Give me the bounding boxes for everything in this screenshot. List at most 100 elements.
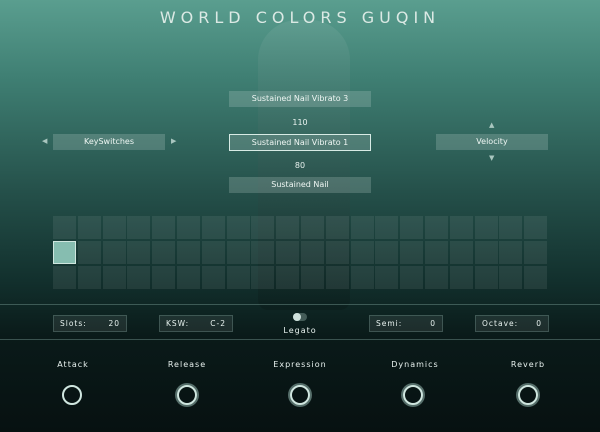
keyswitch-slot[interactable] xyxy=(325,216,349,239)
keyswitch-slot[interactable] xyxy=(276,266,300,289)
keyswitch-slot[interactable] xyxy=(77,216,101,239)
attack-label: Attack xyxy=(57,360,89,369)
left-selector-next-arrow-icon[interactable]: ▶ xyxy=(171,137,176,145)
semi-field[interactable]: Semi: 0 xyxy=(369,315,443,332)
keyswitch-slot[interactable] xyxy=(350,216,374,239)
keyswitch-slot[interactable] xyxy=(425,266,448,289)
keyswitch-slot[interactable] xyxy=(53,266,76,289)
ksw-field[interactable]: KSW: C-2 xyxy=(159,315,233,332)
slots-label: Slots: xyxy=(60,319,87,328)
attack-knob[interactable] xyxy=(62,385,82,405)
slots-field[interactable]: Slots: 20 xyxy=(53,315,127,332)
keyswitch-slot[interactable] xyxy=(499,241,523,264)
keyswitch-slot[interactable] xyxy=(102,216,126,239)
slots-value: 20 xyxy=(108,319,120,328)
keyswitches-selector[interactable]: KeySwitches xyxy=(53,134,165,150)
keyswitch-slot[interactable] xyxy=(400,241,424,264)
keyswitch-slot[interactable] xyxy=(524,266,548,289)
keyswitch-slot[interactable] xyxy=(177,216,200,239)
articulation-previous-value: 110 xyxy=(292,118,308,127)
keyswitch-slot[interactable] xyxy=(449,241,473,264)
right-selector-down-arrow-icon[interactable]: ▼ xyxy=(489,154,494,162)
keyswitch-slot[interactable] xyxy=(524,241,548,264)
keyswitch-slot[interactable] xyxy=(177,241,200,264)
right-selector-up-arrow-icon[interactable]: ▲ xyxy=(489,121,494,129)
keyswitch-slot[interactable] xyxy=(425,241,448,264)
reverb-knob[interactable] xyxy=(518,385,538,405)
keyswitch-slot[interactable] xyxy=(127,216,151,239)
keyswitch-slot[interactable] xyxy=(276,216,300,239)
velocity-selector[interactable]: Velocity xyxy=(436,134,548,150)
keyswitch-slot[interactable] xyxy=(375,216,399,239)
keyswitch-slot[interactable] xyxy=(201,216,225,239)
keyswitch-slot[interactable] xyxy=(77,241,101,264)
octave-field[interactable]: Octave: 0 xyxy=(475,315,549,332)
keyswitch-slot[interactable] xyxy=(77,266,101,289)
articulation-previous-button[interactable]: Sustained Nail Vibrato 3 xyxy=(229,91,371,107)
articulation-selected-button[interactable]: Sustained Nail Vibrato 1 xyxy=(229,134,371,151)
octave-value: 0 xyxy=(536,319,542,328)
keyswitch-slot[interactable] xyxy=(53,216,76,239)
dynamics-label: Dynamics xyxy=(391,360,439,369)
keyswitch-slot[interactable] xyxy=(350,266,374,289)
semi-label: Semi: xyxy=(376,319,403,328)
keyswitch-slot[interactable] xyxy=(251,216,275,239)
keyswitch-slot[interactable] xyxy=(226,266,250,289)
app-title: WORLD COLORS GUQIN xyxy=(159,8,441,27)
keyswitch-slot[interactable] xyxy=(474,266,498,289)
keyswitch-slot[interactable] xyxy=(301,241,324,264)
keyswitch-slot[interactable] xyxy=(325,266,349,289)
keyswitch-slot[interactable] xyxy=(325,241,349,264)
ksw-label: KSW: xyxy=(166,319,190,328)
keyswitch-slot[interactable] xyxy=(201,241,225,264)
keyswitch-slot[interactable] xyxy=(375,266,399,289)
keyswitch-slot[interactable] xyxy=(53,241,76,264)
keyswitch-slot[interactable] xyxy=(499,266,523,289)
divider xyxy=(0,304,600,305)
keyswitch-slot[interactable] xyxy=(499,216,523,239)
keyswitch-slot[interactable] xyxy=(449,216,473,239)
articulation-next-button[interactable]: Sustained Nail xyxy=(229,177,371,193)
keyswitch-slot[interactable] xyxy=(127,266,151,289)
keyswitch-slot[interactable] xyxy=(449,266,473,289)
keyswitch-slot[interactable] xyxy=(152,216,176,239)
keyswitch-slot[interactable] xyxy=(127,241,151,264)
keyswitch-slot[interactable] xyxy=(152,266,176,289)
keyswitch-slot[interactable] xyxy=(251,266,275,289)
keyswitch-slot[interactable] xyxy=(524,216,548,239)
release-label: Release xyxy=(167,360,207,369)
ksw-value: C-2 xyxy=(210,319,226,328)
keyswitch-slot[interactable] xyxy=(201,266,225,289)
keyswitch-slot[interactable] xyxy=(375,241,399,264)
keyswitch-slot-grid xyxy=(53,216,549,290)
expression-label: Expression xyxy=(273,360,327,369)
keyswitch-slot[interactable] xyxy=(251,241,275,264)
keyswitch-slot[interactable] xyxy=(226,216,250,239)
keyswitch-slot[interactable] xyxy=(400,216,424,239)
keyswitch-slot[interactable] xyxy=(226,241,250,264)
keyswitch-slot[interactable] xyxy=(350,241,374,264)
keyswitch-slot[interactable] xyxy=(474,216,498,239)
divider xyxy=(0,339,600,340)
left-selector-prev-arrow-icon[interactable]: ◀ xyxy=(42,137,47,145)
legato-toggle[interactable] xyxy=(293,313,307,321)
reverb-label: Reverb xyxy=(510,360,546,369)
semi-value: 0 xyxy=(430,319,436,328)
dynamics-knob[interactable] xyxy=(403,385,423,405)
keyswitch-slot[interactable] xyxy=(276,241,300,264)
keyswitch-slot[interactable] xyxy=(301,266,324,289)
keyswitch-slot[interactable] xyxy=(425,216,448,239)
keyswitch-slot[interactable] xyxy=(177,266,200,289)
keyswitch-slot[interactable] xyxy=(102,266,126,289)
keyswitch-slot[interactable] xyxy=(301,216,324,239)
articulation-next-value: 80 xyxy=(294,161,306,170)
keyswitch-slot[interactable] xyxy=(152,241,176,264)
release-knob[interactable] xyxy=(177,385,197,405)
legato-toggle-knob xyxy=(293,313,301,321)
keyswitch-slot[interactable] xyxy=(400,266,424,289)
octave-label: Octave: xyxy=(482,319,519,328)
expression-knob[interactable] xyxy=(290,385,310,405)
legato-label: Legato xyxy=(283,326,317,335)
keyswitch-slot[interactable] xyxy=(102,241,126,264)
keyswitch-slot[interactable] xyxy=(474,241,498,264)
